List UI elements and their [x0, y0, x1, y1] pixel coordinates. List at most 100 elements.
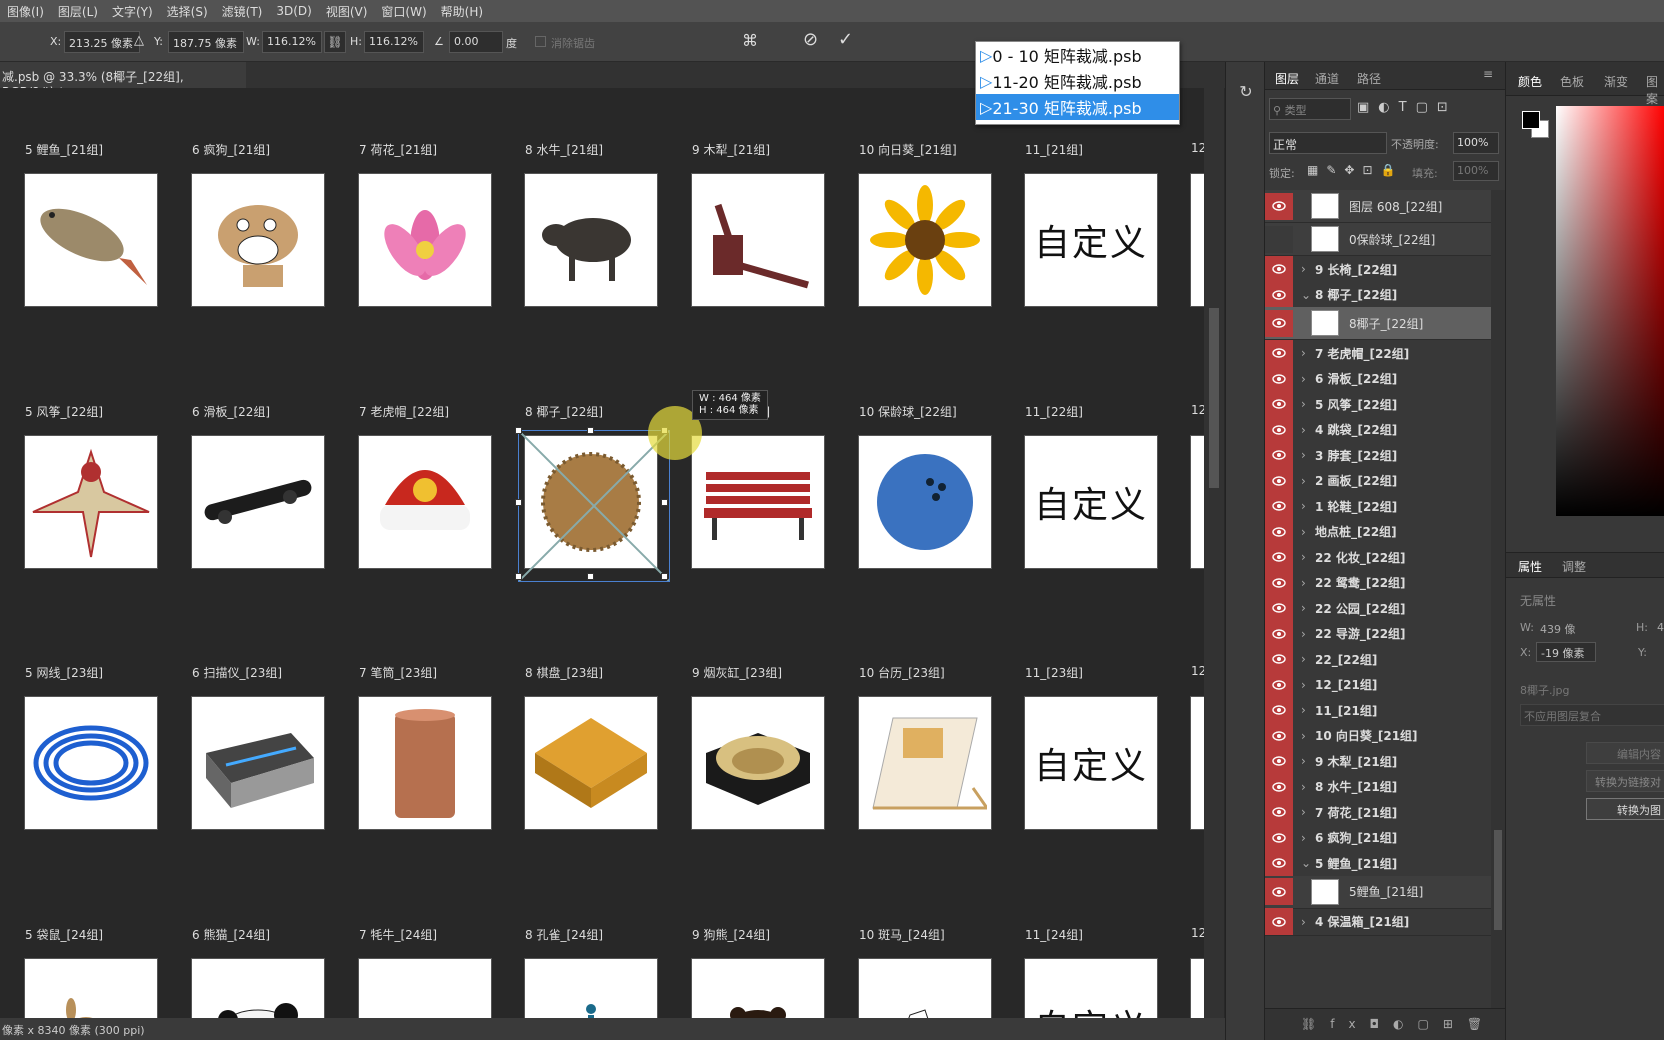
opacity-field[interactable]: 100%	[1453, 132, 1499, 154]
expand-chevron-icon[interactable]: ›	[1301, 703, 1315, 717]
image-cell[interactable]	[191, 958, 325, 1018]
tab-swatches[interactable]: 色板	[1560, 73, 1584, 90]
image-cell[interactable]	[191, 435, 325, 569]
warp-icon[interactable]: ⌘	[742, 31, 758, 50]
visibility-eye-icon[interactable]	[1265, 255, 1293, 283]
visibility-eye-icon[interactable]	[1265, 543, 1293, 571]
expand-chevron-icon[interactable]: ›	[1301, 576, 1315, 590]
visibility-eye-icon[interactable]	[1265, 492, 1293, 520]
canvas-vertical-scrollbar[interactable]	[1204, 88, 1224, 1018]
tab-color[interactable]: 颜色	[1518, 73, 1542, 90]
layer-row[interactable]: › 10 向日葵_[21组]	[1265, 722, 1491, 750]
image-cell[interactable]	[358, 173, 492, 307]
expand-chevron-icon[interactable]: ›	[1301, 915, 1315, 929]
expand-chevron-icon[interactable]: ›	[1301, 729, 1315, 743]
layer-row[interactable]: › 4 保温箱_[21组]	[1265, 908, 1491, 936]
image-cell[interactable]	[24, 173, 158, 307]
color-picker-field[interactable]	[1556, 106, 1664, 516]
layer-row[interactable]: › 12_[21组]	[1265, 671, 1491, 699]
image-cell[interactable]	[691, 958, 825, 1018]
w-field[interactable]: 116.12%	[262, 31, 322, 53]
expand-chevron-icon[interactable]: ›	[1301, 831, 1315, 845]
dropdown-item[interactable]: ▷ 0 - 10 矩阵裁减.psb	[976, 42, 1179, 68]
layer-row[interactable]: › 22 导游_[22组]	[1265, 620, 1491, 648]
layer-row[interactable]: › 9 木犁_[21组]	[1265, 747, 1491, 775]
expand-chevron-icon[interactable]: ⌄	[1301, 856, 1315, 870]
scroll-thumb[interactable]	[1209, 308, 1219, 488]
image-cell[interactable]	[858, 696, 992, 830]
layer-row[interactable]: › 11_[21组]	[1265, 696, 1491, 724]
layer-row[interactable]: › 6 疯狗_[21组]	[1265, 824, 1491, 852]
transform-handle[interactable]	[587, 573, 594, 580]
expand-chevron-icon[interactable]: ›	[1301, 372, 1315, 386]
layer-row[interactable]: › 7 荷花_[21组]	[1265, 798, 1491, 826]
layer-row[interactable]: ⌄ 8 椰子_[22组]	[1265, 281, 1491, 309]
tab-gradients[interactable]: 渐变	[1604, 73, 1628, 90]
menu-item[interactable]: 文字(Y)	[105, 3, 160, 20]
visibility-eye-icon[interactable]	[1265, 908, 1293, 935]
expand-chevron-icon[interactable]: ›	[1301, 397, 1315, 411]
tab-layers[interactable]: 图层	[1275, 70, 1299, 87]
transform-handle[interactable]	[587, 427, 594, 434]
layer-row[interactable]: › 地点桩_[22组]	[1265, 518, 1491, 546]
visibility-eye-icon[interactable]	[1265, 281, 1293, 308]
lock-icons[interactable]: ▦✎✥⊡🔒	[1307, 163, 1403, 177]
image-cell[interactable]	[691, 696, 825, 830]
expand-chevron-icon[interactable]: ›	[1301, 550, 1315, 564]
visibility-eye-icon[interactable]	[1265, 773, 1293, 800]
menu-item[interactable]: 滤镜(T)	[215, 3, 270, 20]
image-cell[interactable]	[524, 173, 658, 307]
expand-chevron-icon[interactable]: ›	[1301, 805, 1315, 819]
visibility-eye-icon[interactable]	[1265, 696, 1293, 724]
visibility-eye-icon[interactable]	[1265, 594, 1293, 622]
layer-row[interactable]: › 2 画板_[22组]	[1265, 467, 1491, 495]
layer-row[interactable]: 5鲤鱼_[21组]	[1265, 875, 1491, 909]
menu-item[interactable]: 帮助(H)	[434, 3, 490, 20]
expand-chevron-icon[interactable]: ›	[1301, 627, 1315, 641]
transform-box[interactable]	[515, 427, 670, 582]
expand-chevron-icon[interactable]: ›	[1301, 262, 1315, 276]
dropdown-item[interactable]: ▷ 21-30 矩阵裁减.psb	[976, 94, 1179, 120]
transform-handle[interactable]	[661, 573, 668, 580]
tab-channels[interactable]: 通道	[1315, 70, 1339, 87]
expand-chevron-icon[interactable]: ›	[1301, 448, 1315, 462]
fill-field[interactable]: 100%	[1453, 161, 1499, 181]
layer-row[interactable]: › 3 脖套_[22组]	[1265, 441, 1491, 469]
panel-menu-icon[interactable]: ≡	[1483, 67, 1493, 81]
history-icon[interactable]: ↻	[1236, 82, 1256, 102]
image-cell[interactable]: 自定义	[1024, 958, 1158, 1018]
transform-handle[interactable]	[661, 499, 668, 506]
canvas[interactable]: 5 鲤鱼_[21组] 6 疯狗_[21组] 7 荷花_[21组] 8 水牛_[21组]…	[0, 88, 1204, 1018]
visibility-eye-icon[interactable]	[1265, 192, 1293, 220]
visibility-eye-icon[interactable]	[1265, 620, 1293, 647]
image-cell[interactable]: 自定义	[1024, 696, 1158, 830]
x-field[interactable]: 213.25 像素	[64, 31, 140, 53]
image-cell[interactable]: 自定义	[1024, 173, 1158, 307]
document-tab[interactable]: 减.psb @ 33.3% (8椰子_[22组], RGB/8#) * ×	[0, 62, 246, 99]
visibility-eye-icon[interactable]	[1265, 798, 1293, 826]
visibility-eye-icon[interactable]	[1265, 878, 1293, 905]
image-cell[interactable]	[858, 173, 992, 307]
menu-item[interactable]: 窗口(W)	[374, 3, 433, 20]
image-cell[interactable]	[524, 696, 658, 830]
image-cell[interactable]	[24, 958, 158, 1018]
layer-row[interactable]: 8椰子_[22组]	[1265, 307, 1491, 340]
expand-chevron-icon[interactable]: ›	[1301, 678, 1315, 692]
visibility-eye-icon[interactable]	[1265, 467, 1293, 494]
visibility-eye-icon[interactable]	[1265, 747, 1293, 775]
menu-item[interactable]: 选择(S)	[160, 3, 215, 20]
menu-item[interactable]: 3D(D)	[269, 4, 318, 18]
layer-row[interactable]: › 22_[22组]	[1265, 645, 1491, 673]
expand-chevron-icon[interactable]: ›	[1301, 601, 1315, 615]
filter-icons[interactable]: ▣◐T▢⊡	[1357, 100, 1457, 115]
visibility-eye-icon[interactable]	[1265, 225, 1293, 253]
transform-handle[interactable]	[515, 499, 522, 506]
image-cell[interactable]	[358, 435, 492, 569]
h-field[interactable]: 116.12%	[364, 31, 424, 53]
layer-row[interactable]: › 5 风筝_[22组]	[1265, 390, 1491, 418]
visibility-eye-icon[interactable]	[1265, 824, 1293, 851]
visibility-eye-icon[interactable]	[1265, 390, 1293, 418]
tab-patterns[interactable]: 图案	[1646, 73, 1664, 107]
foreground-color[interactable]	[1522, 111, 1540, 129]
image-cell[interactable]	[191, 696, 325, 830]
